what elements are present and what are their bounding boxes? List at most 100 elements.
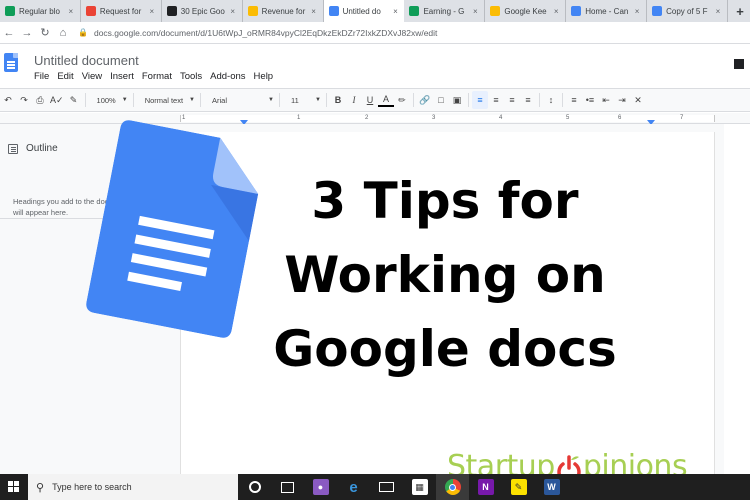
edge-icon[interactable]: e [337,474,370,500]
docs-header: Untitled document File Edit View Insert Form… [0,45,750,88]
paint-format-icon[interactable]: ✎ [66,91,82,109]
toolbar-divider [467,93,469,107]
chrome-icon[interactable] [436,474,469,500]
align-center-icon[interactable]: ≡ [488,91,504,109]
task-view-icon[interactable] [271,474,304,500]
taskbar-search[interactable]: ⚲ Type here to search [28,474,238,500]
text-color-button[interactable]: A [377,93,394,107]
search-icon: ⚲ [36,481,45,494]
link-icon[interactable]: 🔗 [417,91,433,109]
italic-button[interactable]: I [346,91,362,109]
lock-icon: 🔒 [78,28,88,37]
print-icon[interactable]: ⎙ [32,91,48,109]
mail-icon[interactable] [370,474,403,500]
menu-item[interactable]: File [34,71,49,82]
browser-tab[interactable]: Revenue for × [243,0,324,22]
font-size-select[interactable]: 11 ▼ [283,91,323,109]
keep-icon [490,6,501,16]
browser-tab[interactable]: Regular blo × [0,0,81,22]
tab-label: Revenue for [261,6,306,16]
browser-tab[interactable]: Untitled do × [323,0,405,22]
toolbar-divider [278,93,280,107]
align-left-icon[interactable]: ≡ [471,91,488,109]
close-icon[interactable] [734,59,744,69]
back-icon[interactable]: ← [0,27,18,39]
docs-icon [328,6,339,16]
image-icon [166,6,177,16]
tab-label: Earning - G [423,6,465,16]
zoom-select[interactable]: 100% ▼ [89,91,130,109]
headline: 3 Tips for Working on Google docs [250,164,640,386]
close-icon[interactable]: × [66,7,76,16]
app-icon[interactable]: ● [304,474,337,500]
sheets-icon [409,6,420,16]
font-select[interactable]: Arial ▼ [204,91,276,109]
ruler-number: 3 [432,115,436,121]
reload-icon[interactable]: ↻ [36,26,54,39]
canva-icon [652,6,663,16]
line-spacing-icon[interactable]: ↕ [543,91,559,109]
close-icon[interactable]: × [147,7,157,16]
menu-bar: File Edit View Insert Format Tools Add-ons Help [34,71,273,82]
clear-formatting-icon[interactable]: ✕ [630,91,646,109]
menu-item[interactable]: Edit [57,71,73,82]
highlight-icon[interactable]: ✏ [394,91,410,109]
ruler: 1 1 2 3 4 5 6 7 [0,113,750,125]
close-icon[interactable]: × [470,7,480,16]
undo-icon[interactable]: ↶ [0,91,16,109]
image-icon[interactable]: ▣ [449,91,465,109]
redo-icon[interactable]: ↷ [16,91,32,109]
zoom-value: 100% [96,95,116,105]
toolbar-divider [84,93,86,107]
decrease-indent-icon[interactable]: ⇤ [598,91,614,109]
browser-tab[interactable]: Copy of 5 F × [647,0,729,22]
windows-taskbar: ⚲ Type here to search ● e ▦ N ✎ W [0,474,750,500]
onenote-icon[interactable]: N [469,474,502,500]
browser-tab[interactable]: Home - Can × [566,0,648,22]
close-icon[interactable]: × [551,7,561,16]
forward-icon[interactable]: → [18,27,36,39]
ruler-number: 2 [365,115,369,121]
comment-icon[interactable]: □ [433,91,449,109]
bold-button[interactable]: B [330,91,346,109]
word-icon[interactable]: W [535,474,568,500]
menu-item[interactable]: Help [254,71,274,82]
style-select[interactable]: Normal text ▼ [137,91,197,109]
close-icon[interactable]: × [390,7,400,16]
browser-tab[interactable]: Google Kee × [485,0,567,22]
align-justify-icon[interactable]: ≡ [520,91,536,109]
menu-item[interactable]: Format [142,71,172,82]
sticky-notes-icon[interactable]: ✎ [502,474,535,500]
align-right-icon[interactable]: ≡ [504,91,520,109]
close-icon[interactable]: × [713,7,723,16]
cortana-icon[interactable] [238,474,271,500]
browser-tab[interactable]: 30 Epic Goo × [162,0,243,22]
start-button[interactable] [0,474,28,500]
spellcheck-icon[interactable]: A✓ [48,91,66,109]
underline-button[interactable]: U [362,91,378,109]
menu-item[interactable]: Add-ons [210,71,245,82]
bulleted-list-icon[interactable]: •≡ [582,91,598,109]
tab-label: Untitled do [342,6,381,16]
chevron-down-icon: ▼ [121,97,128,103]
search-placeholder: Type here to search [52,482,132,492]
outline-icon[interactable] [8,144,18,154]
store-icon[interactable]: ▦ [403,474,436,500]
browser-tab[interactable]: Request for × [81,0,162,22]
scrollbar-track[interactable] [724,124,750,475]
new-tab-button[interactable]: + [730,0,750,22]
document-title[interactable]: Untitled document [34,53,139,68]
menu-item[interactable]: Tools [180,71,202,82]
numbered-list-icon[interactable]: ≡ [566,91,582,109]
url-field[interactable]: 🔒 docs.google.com/document/d/1U6tWpJ_oRM… [78,24,750,42]
menu-item[interactable]: Insert [110,71,134,82]
close-icon[interactable]: × [632,7,642,16]
close-icon[interactable]: × [309,7,319,16]
home-icon[interactable]: ⌂ [54,27,72,39]
close-icon[interactable]: × [228,7,238,16]
docs-logo-icon[interactable] [4,53,18,72]
browser-tab[interactable]: Earning - G × [404,0,486,22]
ruler-number: 5 [566,115,570,121]
increase-indent-icon[interactable]: ⇥ [614,91,630,109]
menu-item[interactable]: View [82,71,102,82]
